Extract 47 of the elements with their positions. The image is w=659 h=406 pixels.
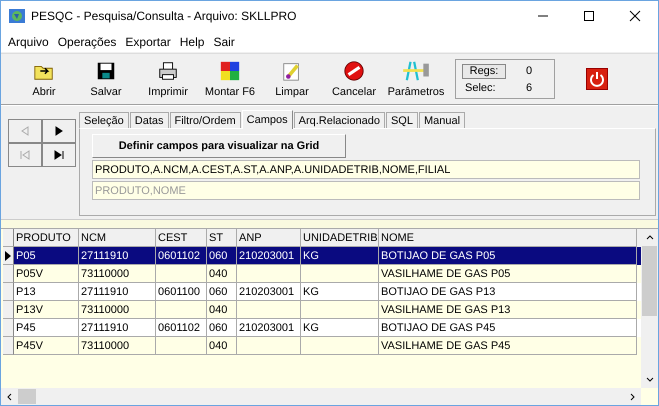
tab[interactable]: Arq.Relacionado <box>294 112 385 128</box>
table-cell: P45V <box>14 337 79 355</box>
nav-button[interactable] <box>42 143 76 167</box>
tab[interactable]: Filtro/Ordem <box>170 112 241 128</box>
toolbar-button[interactable]: Parâmetros <box>385 55 447 103</box>
tab[interactable]: Campos <box>242 110 293 129</box>
prohibited-icon <box>343 60 365 82</box>
scrollbar-thumb[interactable] <box>642 246 657 316</box>
tab[interactable]: Datas <box>130 112 169 128</box>
table-cell <box>156 337 207 355</box>
define-fields-button[interactable]: Definir campos para visualizar na Grid <box>92 134 346 158</box>
toolbar-button[interactable]: Cancelar <box>323 55 385 103</box>
app-icon <box>9 8 25 24</box>
tab[interactable]: Seleção <box>79 112 129 128</box>
regs-count: 0 <box>524 65 534 78</box>
right-triangle-icon <box>53 125 65 137</box>
selec-label: Selec: <box>464 82 497 94</box>
skip-forward-icon <box>53 149 65 161</box>
menu-item[interactable]: Operações <box>58 34 116 48</box>
selec-count: 6 <box>524 82 534 94</box>
tab[interactable]: Manual <box>418 112 466 128</box>
puzzle-icon <box>219 60 241 82</box>
fields-input[interactable]: PRODUTO,A.NCM,A.CEST,A.ST,A.ANP,A.UNIDADETRIB,NOME,FILIAL <box>92 160 640 179</box>
window-title: PESQC - Pesquisa/Consulta - Arquivo: SKLLPRO <box>31 9 298 23</box>
table-cell: 040 <box>207 337 237 355</box>
left-triangle-icon <box>19 125 31 137</box>
regs-button[interactable]: Regs: <box>462 64 506 79</box>
nav-button[interactable] <box>42 119 76 143</box>
table-cell: 73110000 <box>79 337 156 355</box>
table-cell: VASILHAME DE GAS P45 <box>379 337 637 355</box>
menu-item[interactable]: Help <box>180 34 204 48</box>
menu-item[interactable]: Exportar <box>125 34 171 48</box>
menu-item[interactable]: Arquivo <box>8 34 49 48</box>
printer-icon <box>157 60 179 82</box>
scrollbar-thumb[interactable] <box>18 389 36 404</box>
toolbar-button[interactable]: Imprimir <box>137 55 199 103</box>
menu-item[interactable]: Sair <box>213 34 235 48</box>
toolbar-button[interactable]: Salvar <box>75 55 137 103</box>
skip-back-icon <box>19 149 31 161</box>
tab[interactable]: SQL <box>386 112 418 128</box>
row-indicator[interactable] <box>3 247 14 265</box>
pliers-hammer-icon <box>401 60 431 82</box>
toolbar-button[interactable]: Abrir <box>13 55 75 103</box>
toolbar-button[interactable]: Montar F6 <box>199 55 261 103</box>
table-cell <box>237 337 301 355</box>
power-button[interactable] <box>586 68 608 90</box>
toolbar-button[interactable]: Limpar <box>261 55 323 103</box>
